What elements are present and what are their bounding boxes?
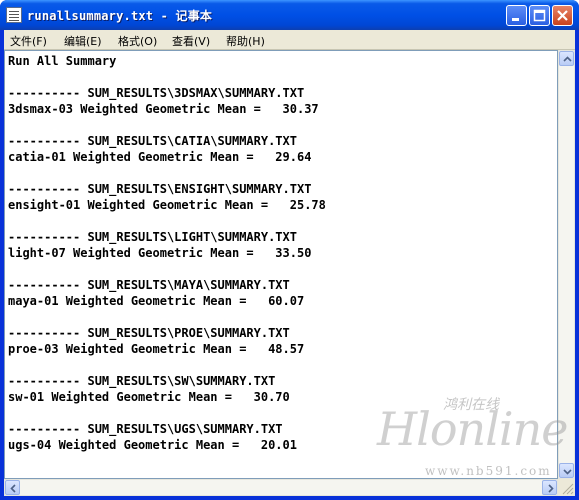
chevron-right-icon [548, 484, 554, 493]
text-line: ---------- SUM_RESULTS\LIGHT\SUMMARY.TXT [8, 230, 297, 244]
text-line: ---------- SUM_RESULTS\SW\SUMMARY.TXT [8, 374, 276, 388]
document-text: Run All Summary ---------- SUM_RESULTS\3D… [8, 53, 326, 453]
text-line: 3dsmax-03 Weighted Geometric Mean = 30.3… [8, 102, 319, 116]
minimize-button[interactable] [506, 5, 527, 26]
text-line [8, 117, 326, 133]
scroll-left-button[interactable] [5, 480, 20, 495]
horizontal-scrollbar[interactable] [4, 479, 558, 496]
text-line [8, 165, 326, 181]
text-line [8, 213, 326, 229]
text-line: ensight-01 Weighted Geometric Mean = 25.… [8, 198, 326, 212]
text-line: maya-01 Weighted Geometric Mean = 60.07 [8, 294, 305, 308]
window-title: runallsummary.txt - 记事本 [27, 9, 213, 23]
close-icon [557, 10, 568, 21]
text-line [8, 357, 326, 373]
menu-file[interactable]: 文件(F) [10, 33, 47, 49]
size-grip[interactable] [558, 479, 575, 496]
title-bar[interactable]: runallsummary.txt - 记事本 [0, 0, 579, 30]
menu-format[interactable]: 格式(O) [118, 33, 157, 49]
text-line [8, 261, 326, 277]
text-line: ---------- SUM_RESULTS\PROE\SUMMARY.TXT [8, 326, 290, 340]
client-area: Run All Summary ---------- SUM_RESULTS\3D… [4, 50, 575, 496]
scroll-right-button[interactable] [542, 480, 557, 495]
text-line: sw-01 Weighted Geometric Mean = 30.70 [8, 390, 290, 404]
text-line: ---------- SUM_RESULTS\3DSMAX\SUMMARY.TX… [8, 86, 305, 100]
chevron-left-icon [10, 484, 16, 493]
maximize-icon [533, 9, 546, 22]
text-line: light-07 Weighted Geometric Mean = 33.50 [8, 246, 312, 260]
text-line: ---------- SUM_RESULTS\UGS\SUMMARY.TXT [8, 422, 283, 436]
notepad-app-icon[interactable] [6, 7, 22, 23]
notepad-window: runallsummary.txt - 记事本 文件(F) 编辑(E) 格式(O… [0, 0, 579, 500]
chevron-down-icon [563, 469, 572, 475]
menu-help[interactable]: 帮助(H) [226, 33, 265, 49]
text-line: ugs-04 Weighted Geometric Mean = 20.01 [8, 438, 297, 452]
vertical-scrollbar[interactable] [558, 50, 575, 479]
text-line [8, 309, 326, 325]
minimize-icon [512, 18, 519, 21]
maximize-button[interactable] [529, 5, 550, 26]
text-line: proe-03 Weighted Geometric Mean = 48.57 [8, 342, 305, 356]
text-editor[interactable]: Run All Summary ---------- SUM_RESULTS\3D… [4, 50, 558, 479]
chevron-up-icon [563, 56, 572, 62]
close-button[interactable] [552, 5, 573, 26]
text-line: Run All Summary [8, 54, 117, 68]
scroll-down-button[interactable] [559, 463, 574, 478]
text-line [8, 405, 326, 421]
resize-grip-icon [562, 483, 574, 495]
text-line: ---------- SUM_RESULTS\CATIA\SUMMARY.TXT [8, 134, 297, 148]
menu-bar: 文件(F) 编辑(E) 格式(O) 查看(V) 帮助(H) [4, 30, 575, 50]
scroll-up-button[interactable] [559, 51, 574, 66]
menu-edit[interactable]: 编辑(E) [64, 33, 102, 49]
text-line: ---------- SUM_RESULTS\ENSIGHT\SUMMARY.T… [8, 182, 312, 196]
menu-view[interactable]: 查看(V) [172, 33, 210, 49]
text-line: ---------- SUM_RESULTS\MAYA\SUMMARY.TXT [8, 278, 290, 292]
text-line: catia-01 Weighted Geometric Mean = 29.64 [8, 150, 312, 164]
text-line [8, 69, 326, 85]
